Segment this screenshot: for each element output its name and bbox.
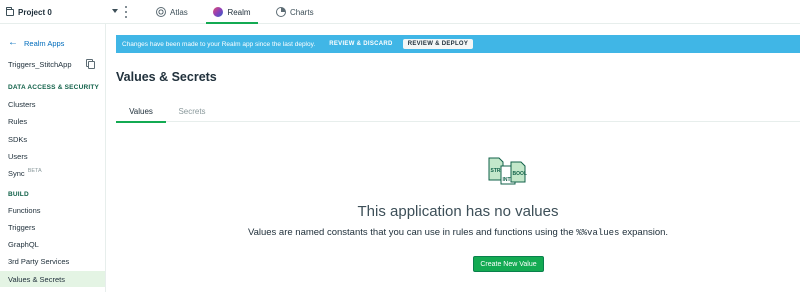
sidebar-item-label: Functions [8,205,41,215]
sidebar-item-label: Triggers [8,222,36,232]
sidebar-item-label: Clusters [8,99,36,109]
sidebar-item-users[interactable]: Users [0,148,105,164]
sidebar-item-graphql[interactable]: GraphQL [0,236,105,252]
project-selector[interactable]: Project 0 [6,0,52,24]
nav-tab-atlas[interactable]: Atlas [156,0,188,24]
tab-values[interactable]: Values [116,100,166,123]
realm-icon [213,7,224,17]
sidebar-item-label: Values & Secrets [8,274,65,284]
nav-tab-realm-label: Realm [227,7,251,17]
more-options-icon[interactable] [125,6,128,18]
empty-state-title: This application has no values [357,203,559,220]
chevron-down-icon[interactable] [112,9,118,13]
atlas-icon [156,7,166,17]
nav-tab-charts[interactable]: Charts [276,0,314,24]
empty-desc-text-before: Values are named constants that you can … [247,227,577,238]
sidebar-item-label: Users [8,151,28,161]
back-link-label: Realm Apps [24,38,65,48]
app-name: Triggers_StitchApp [8,60,72,69]
sidebar-item-clusters[interactable]: Clusters [0,96,105,112]
tab-bar: Values Secrets [116,100,800,123]
empty-desc-text-after: expansion. [619,227,669,238]
sidebar-item-label: SDKs [8,134,28,144]
review-deploy-button[interactable]: REVIEW & DEPLOY [402,39,474,49]
page-title: Values & Secrets [116,70,217,84]
review-discard-link[interactable]: REVIEW & DISCARD [329,41,392,47]
sidebar-item-label: Rules [8,116,28,126]
folder-icon [6,6,14,16]
charts-icon [276,7,286,17]
sidebar-item-values-secrets[interactable]: Values & Secrets [0,271,105,287]
top-navbar: Project 0 Atlas Realm Charts [0,0,800,24]
nav-tab-charts-label: Charts [290,7,314,17]
deploy-banner: Changes have been made to your Realm app… [116,35,800,53]
sidebar-item-triggers[interactable]: Triggers [0,219,105,235]
str-label: STR [491,168,501,174]
sidebar-item-label: 3rd Party Services [8,256,70,266]
banner-message: Changes have been made to your Realm app… [122,40,316,48]
int-label: INT [503,177,511,183]
sidebar-item-label: GraphQL [8,239,39,249]
values-expansion-code: %%values [576,228,620,238]
sidebar-item-sync[interactable]: Sync BETA [0,165,105,181]
values-documents-icon: STR INT BOOL [488,157,527,185]
create-new-value-button[interactable]: Create New Value [473,256,544,272]
tab-secrets[interactable]: Secrets [166,100,218,122]
sidebar: ← Realm Apps Triggers_StitchApp DATA ACC… [0,24,106,292]
sidebar-item-functions[interactable]: Functions [0,202,105,218]
copy-icon[interactable] [86,59,95,69]
nav-tab-realm[interactable]: Realm [206,0,258,24]
nav-tab-atlas-label: Atlas [170,7,188,17]
sidebar-item-sdks[interactable]: SDKs [0,131,105,147]
empty-state-description: Values are named constants that you can … [116,227,800,238]
bool-label: BOOL [513,171,527,177]
project-name: Project 0 [18,7,52,17]
section-heading-build: BUILD [8,191,29,198]
sidebar-item-rules[interactable]: Rules [0,113,105,129]
back-to-realm-apps-link[interactable]: ← Realm Apps [8,38,64,48]
sidebar-item-label: Sync [8,168,25,178]
arrow-left-icon: ← [8,37,18,48]
beta-badge: BETA [27,168,42,174]
sidebar-item-third-party-services[interactable]: 3rd Party Services [0,253,105,269]
section-heading-data-access: DATA ACCESS & SECURITY [8,84,100,91]
